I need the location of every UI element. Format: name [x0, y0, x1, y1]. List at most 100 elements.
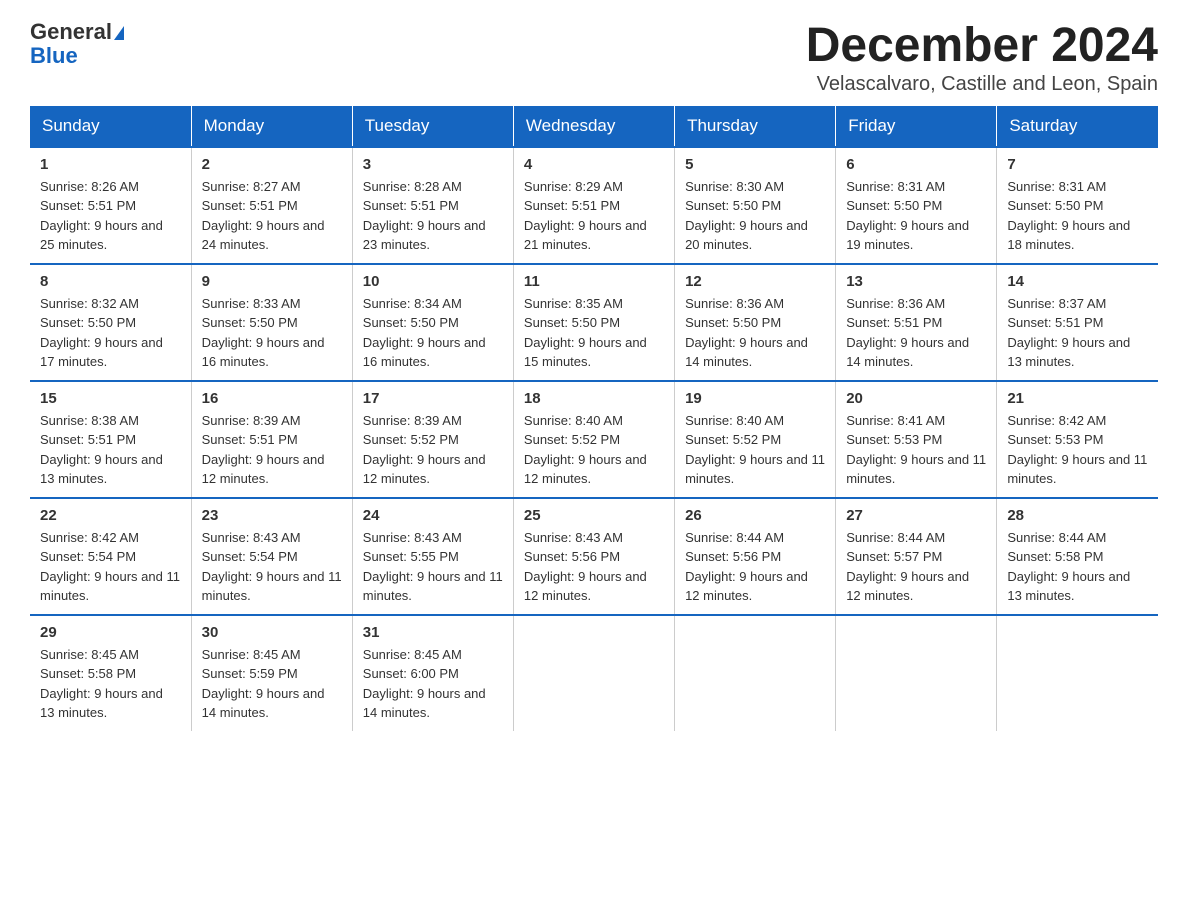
- day-info: Sunrise: 8:36 AMSunset: 5:50 PMDaylight:…: [685, 294, 825, 372]
- calendar-cell: 20Sunrise: 8:41 AMSunset: 5:53 PMDayligh…: [836, 381, 997, 498]
- day-info: Sunrise: 8:40 AMSunset: 5:52 PMDaylight:…: [524, 411, 664, 489]
- day-number: 30: [202, 624, 342, 641]
- day-number: 25: [524, 507, 664, 524]
- day-info: Sunrise: 8:30 AMSunset: 5:50 PMDaylight:…: [685, 177, 825, 255]
- day-info: Sunrise: 8:28 AMSunset: 5:51 PMDaylight:…: [363, 177, 503, 255]
- calendar-table: SundayMondayTuesdayWednesdayThursdayFrid…: [30, 106, 1158, 731]
- day-info: Sunrise: 8:32 AMSunset: 5:50 PMDaylight:…: [40, 294, 181, 372]
- day-number: 31: [363, 624, 503, 641]
- day-info: Sunrise: 8:45 AMSunset: 5:58 PMDaylight:…: [40, 645, 181, 723]
- calendar-day-header-thursday: Thursday: [675, 106, 836, 147]
- day-number: 8: [40, 273, 181, 290]
- calendar-week-row: 15 Sunrise: 8:38 AMSunset: 5:51 PMDayligh…: [30, 381, 1158, 498]
- day-number: 6: [846, 156, 986, 173]
- calendar-cell: 16 Sunrise: 8:39 AMSunset: 5:51 PMDayligh…: [191, 381, 352, 498]
- calendar-week-row: 22 Sunrise: 8:42 AMSunset: 5:54 PMDayligh…: [30, 498, 1158, 615]
- day-info: Sunrise: 8:33 AMSunset: 5:50 PMDaylight:…: [202, 294, 342, 372]
- calendar-cell: 1Sunrise: 8:26 AMSunset: 5:51 PMDaylight…: [30, 147, 191, 264]
- calendar-cell: [513, 615, 674, 731]
- day-info: Sunrise: 8:42 AMSunset: 5:54 PMDaylight:…: [40, 528, 181, 606]
- calendar-cell: 25Sunrise: 8:43 AMSunset: 5:56 PMDayligh…: [513, 498, 674, 615]
- day-number: 16: [202, 390, 342, 407]
- day-number: 18: [524, 390, 664, 407]
- day-number: 3: [363, 156, 503, 173]
- calendar-day-header-tuesday: Tuesday: [352, 106, 513, 147]
- day-number: 22: [40, 507, 181, 524]
- day-number: 4: [524, 156, 664, 173]
- calendar-cell: [836, 615, 997, 731]
- page-subtitle: Velascalvaro, Castille and Leon, Spain: [806, 73, 1158, 96]
- day-info: Sunrise: 8:31 AMSunset: 5:50 PMDaylight:…: [1007, 177, 1148, 255]
- calendar-cell: 2Sunrise: 8:27 AMSunset: 5:51 PMDaylight…: [191, 147, 352, 264]
- calendar-cell: 13 Sunrise: 8:36 AMSunset: 5:51 PMDayligh…: [836, 264, 997, 381]
- calendar-cell: 8 Sunrise: 8:32 AMSunset: 5:50 PMDaylight…: [30, 264, 191, 381]
- day-info: Sunrise: 8:39 AMSunset: 5:52 PMDaylight:…: [363, 411, 503, 489]
- calendar-cell: 9 Sunrise: 8:33 AMSunset: 5:50 PMDaylight…: [191, 264, 352, 381]
- calendar-week-row: 8 Sunrise: 8:32 AMSunset: 5:50 PMDaylight…: [30, 264, 1158, 381]
- calendar-week-row: 29 Sunrise: 8:45 AMSunset: 5:58 PMDayligh…: [30, 615, 1158, 731]
- calendar-cell: 11Sunrise: 8:35 AMSunset: 5:50 PMDayligh…: [513, 264, 674, 381]
- calendar-cell: 23 Sunrise: 8:43 AMSunset: 5:54 PMDayligh…: [191, 498, 352, 615]
- calendar-cell: 4 Sunrise: 8:29 AMSunset: 5:51 PMDaylight…: [513, 147, 674, 264]
- calendar-cell: 10 Sunrise: 8:34 AMSunset: 5:50 PMDayligh…: [352, 264, 513, 381]
- day-info: Sunrise: 8:29 AMSunset: 5:51 PMDaylight:…: [524, 177, 664, 255]
- day-info: Sunrise: 8:43 AMSunset: 5:55 PMDaylight:…: [363, 528, 503, 606]
- day-number: 21: [1007, 390, 1148, 407]
- logo-general-text: General: [30, 19, 112, 44]
- calendar-cell: 19 Sunrise: 8:40 AMSunset: 5:52 PMDayligh…: [675, 381, 836, 498]
- calendar-cell: 7 Sunrise: 8:31 AMSunset: 5:50 PMDaylight…: [997, 147, 1158, 264]
- calendar-cell: 24 Sunrise: 8:43 AMSunset: 5:55 PMDayligh…: [352, 498, 513, 615]
- day-info: Sunrise: 8:36 AMSunset: 5:51 PMDaylight:…: [846, 294, 986, 372]
- day-number: 10: [363, 273, 503, 290]
- day-number: 23: [202, 507, 342, 524]
- day-info: Sunrise: 8:40 AMSunset: 5:52 PMDaylight:…: [685, 411, 825, 489]
- calendar-cell: 6 Sunrise: 8:31 AMSunset: 5:50 PMDaylight…: [836, 147, 997, 264]
- day-info: Sunrise: 8:31 AMSunset: 5:50 PMDaylight:…: [846, 177, 986, 255]
- calendar-day-header-monday: Monday: [191, 106, 352, 147]
- page-title: December 2024: [806, 20, 1158, 73]
- day-info: Sunrise: 8:45 AMSunset: 6:00 PMDaylight:…: [363, 645, 503, 723]
- calendar-cell: 28Sunrise: 8:44 AMSunset: 5:58 PMDayligh…: [997, 498, 1158, 615]
- page-header: General Blue December 2024 Velascalvaro,…: [30, 20, 1158, 96]
- day-number: 5: [685, 156, 825, 173]
- calendar-cell: 12 Sunrise: 8:36 AMSunset: 5:50 PMDayligh…: [675, 264, 836, 381]
- day-info: Sunrise: 8:26 AMSunset: 5:51 PMDaylight:…: [40, 177, 181, 255]
- day-number: 14: [1007, 273, 1148, 290]
- day-number: 26: [685, 507, 825, 524]
- day-info: Sunrise: 8:41 AMSunset: 5:53 PMDaylight:…: [846, 411, 986, 489]
- day-info: Sunrise: 8:38 AMSunset: 5:51 PMDaylight:…: [40, 411, 181, 489]
- day-number: 15: [40, 390, 181, 407]
- day-number: 12: [685, 273, 825, 290]
- calendar-cell: [675, 615, 836, 731]
- day-number: 27: [846, 507, 986, 524]
- calendar-cell: 17 Sunrise: 8:39 AMSunset: 5:52 PMDayligh…: [352, 381, 513, 498]
- calendar-cell: 14 Sunrise: 8:37 AMSunset: 5:51 PMDayligh…: [997, 264, 1158, 381]
- day-number: 13: [846, 273, 986, 290]
- logo: General Blue: [30, 20, 124, 68]
- day-number: 29: [40, 624, 181, 641]
- day-info: Sunrise: 8:44 AMSunset: 5:58 PMDaylight:…: [1007, 528, 1148, 606]
- calendar-cell: 26 Sunrise: 8:44 AMSunset: 5:56 PMDayligh…: [675, 498, 836, 615]
- calendar-cell: 3 Sunrise: 8:28 AMSunset: 5:51 PMDaylight…: [352, 147, 513, 264]
- calendar-day-header-wednesday: Wednesday: [513, 106, 674, 147]
- day-number: 17: [363, 390, 503, 407]
- day-info: Sunrise: 8:44 AMSunset: 5:56 PMDaylight:…: [685, 528, 825, 606]
- day-info: Sunrise: 8:35 AMSunset: 5:50 PMDaylight:…: [524, 294, 664, 372]
- day-info: Sunrise: 8:37 AMSunset: 5:51 PMDaylight:…: [1007, 294, 1148, 372]
- day-info: Sunrise: 8:34 AMSunset: 5:50 PMDaylight:…: [363, 294, 503, 372]
- calendar-cell: 27Sunrise: 8:44 AMSunset: 5:57 PMDayligh…: [836, 498, 997, 615]
- calendar-cell: 18 Sunrise: 8:40 AMSunset: 5:52 PMDayligh…: [513, 381, 674, 498]
- day-number: 24: [363, 507, 503, 524]
- calendar-cell: 5 Sunrise: 8:30 AMSunset: 5:50 PMDaylight…: [675, 147, 836, 264]
- day-number: 2: [202, 156, 342, 173]
- calendar-day-header-friday: Friday: [836, 106, 997, 147]
- calendar-day-header-saturday: Saturday: [997, 106, 1158, 147]
- day-info: Sunrise: 8:43 AMSunset: 5:54 PMDaylight:…: [202, 528, 342, 606]
- calendar-cell: 15 Sunrise: 8:38 AMSunset: 5:51 PMDayligh…: [30, 381, 191, 498]
- day-number: 9: [202, 273, 342, 290]
- calendar-cell: 22 Sunrise: 8:42 AMSunset: 5:54 PMDayligh…: [30, 498, 191, 615]
- day-info: Sunrise: 8:39 AMSunset: 5:51 PMDaylight:…: [202, 411, 342, 489]
- day-info: Sunrise: 8:45 AMSunset: 5:59 PMDaylight:…: [202, 645, 342, 723]
- day-number: 19: [685, 390, 825, 407]
- day-number: 7: [1007, 156, 1148, 173]
